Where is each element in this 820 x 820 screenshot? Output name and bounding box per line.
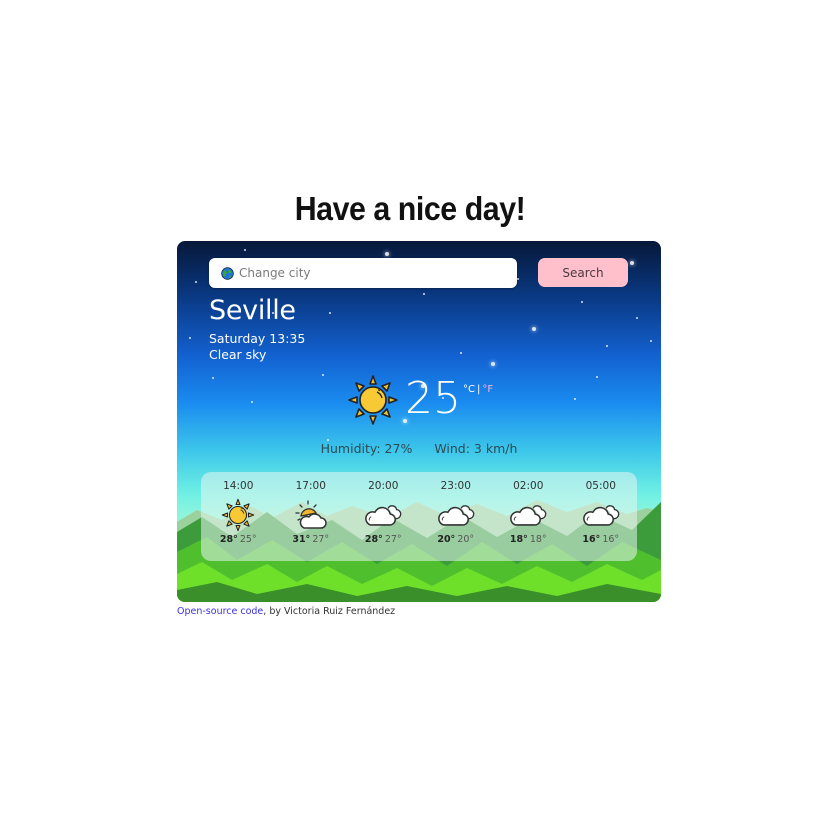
city-name: Seville	[209, 295, 296, 326]
sun-icon	[222, 498, 255, 532]
forecast-min: 27°	[384, 534, 402, 545]
forecast-time: 20:00	[368, 480, 399, 492]
forecast-temps: 20° 20°	[437, 534, 474, 545]
forecast-temps: 28° 27°	[365, 534, 402, 545]
forecast-item: 05:00 16° 16°	[566, 472, 637, 561]
clouds-icon	[582, 498, 620, 532]
wind: Wind: 3 km/h	[434, 441, 518, 456]
forecast-max: 28°	[364, 534, 383, 545]
forecast-temps: 31° 27°	[292, 534, 329, 545]
forecast-min: 20°	[457, 534, 475, 545]
forecast-min: 27°	[312, 534, 330, 545]
forecast-min: 18°	[529, 534, 547, 545]
open-source-link[interactable]: Open-source code	[177, 606, 263, 617]
current-datetime: Saturday 13:35	[209, 331, 306, 346]
sun-icon	[347, 374, 399, 426]
forecast-time: 02:00	[513, 480, 544, 492]
clouds-icon	[364, 498, 402, 532]
forecast-item: 20:00 28° 27°	[348, 472, 419, 561]
fahrenheit-toggle[interactable]: °F	[482, 384, 493, 395]
forecast-item: 17:00 31° 27°	[276, 472, 347, 561]
city-search-input[interactable]	[239, 266, 509, 280]
partly-cloudy-icon	[292, 498, 330, 532]
current-temperature: 25	[405, 373, 461, 424]
page-title: Have a nice day!	[294, 190, 526, 227]
forecast-min: 25°	[239, 534, 257, 545]
forecast-max: 16°	[582, 534, 601, 545]
forecast-max: 28°	[219, 534, 238, 545]
footer: Open-source code, by Victoria Ruiz Ferná…	[177, 606, 395, 617]
globe-icon	[221, 267, 234, 280]
forecast-max: 20°	[437, 534, 456, 545]
forecast-temps: 28° 25°	[220, 534, 257, 545]
forecast-item: 02:00 18° 18°	[493, 472, 564, 561]
forecast-item: 23:00 20° 20°	[421, 472, 492, 561]
search-button[interactable]: Search	[538, 258, 628, 287]
clouds-icon	[437, 498, 475, 532]
celsius-toggle[interactable]: °C	[463, 384, 475, 395]
weather-stats: Humidity: 27% Wind: 3 km/h	[177, 441, 661, 456]
forecast-item: 14:00 28° 25°	[203, 472, 274, 561]
author-credit: , by Victoria Ruiz Fernández	[263, 606, 396, 617]
current-weather: 25 °C | °F	[347, 374, 493, 428]
forecast-max: 31°	[292, 534, 311, 545]
forecast-max: 18°	[509, 534, 528, 545]
forecast-temps: 18° 18°	[510, 534, 547, 545]
weather-condition: Clear sky	[209, 347, 267, 362]
forecast-min: 16°	[602, 534, 620, 545]
forecast-time: 14:00	[223, 480, 254, 492]
weather-card: Search Seville Saturday 13:35 Clear sky …	[177, 241, 661, 602]
hourly-forecast: 14:00 28° 25° 17:00 31° 27° 20:00 28° 27° 2…	[201, 472, 637, 561]
forecast-temps: 16° 16°	[582, 534, 619, 545]
unit-toggle: °C | °F	[463, 384, 493, 395]
unit-separator: |	[476, 384, 481, 395]
clouds-icon	[509, 498, 547, 532]
city-search-box[interactable]	[209, 258, 517, 288]
forecast-time: 17:00	[295, 480, 326, 492]
humidity: Humidity: 27%	[320, 441, 413, 456]
forecast-time: 05:00	[585, 480, 616, 492]
forecast-time: 23:00	[440, 480, 471, 492]
